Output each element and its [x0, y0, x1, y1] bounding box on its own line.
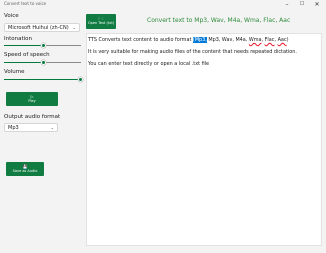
misspelled-word: Flac — [264, 37, 275, 43]
speed-label: Speed of speech — [4, 52, 50, 58]
maximize-icon[interactable]: ☐ — [297, 1, 307, 8]
voice-dropdown[interactable]: Microsoft Huihui (zh-CN) ⌄ — [4, 23, 80, 32]
volume-slider[interactable] — [4, 77, 83, 83]
window-title: Convert text to voice — [4, 1, 47, 6]
speed-slider[interactable] — [4, 60, 81, 66]
chevron-down-icon: ⌄ — [72, 25, 76, 30]
slider-thumb[interactable] — [77, 77, 83, 82]
editor-text: ) — [286, 37, 289, 43]
play-button[interactable]: ▷ Play — [6, 92, 58, 106]
selected-text: (Mp3, — [192, 37, 207, 43]
intonation-slider[interactable] — [4, 43, 81, 49]
open-text-button[interactable]: 🗁 Open Text (txt) — [86, 14, 116, 29]
voice-selected-value: Microsoft Huihui (zh-CN) — [8, 25, 69, 31]
editor-line-1: TTS Converts text content to audio forma… — [88, 37, 320, 43]
slider-fill — [4, 79, 80, 80]
save-button-label: Save as Audio — [12, 169, 38, 173]
editor-line-3: You can enter text directly or open a lo… — [88, 61, 210, 67]
close-icon[interactable]: ✕ — [312, 1, 322, 8]
open-button-label: Open Text (txt) — [87, 21, 115, 25]
editor-line-2: It is very suitable for making audio fil… — [88, 49, 297, 55]
slider-fill — [4, 62, 43, 63]
slider-thumb[interactable] — [40, 60, 46, 65]
minimize-icon[interactable]: – — [282, 1, 292, 8]
output-format-label: Output audio format — [4, 114, 61, 120]
editor-text: TTS Converts text content to audio forma… — [88, 37, 193, 43]
chevron-down-icon: ⌄ — [50, 125, 54, 130]
volume-label: Volume — [4, 69, 25, 75]
output-format-dropdown[interactable]: Mp3 ⌄ — [4, 123, 58, 132]
header-title: Convert text to Mp3, Wav, M4a, Wma, Flac… — [147, 17, 291, 24]
misspelled-word: Wma — [248, 37, 262, 43]
save-as-audio-button[interactable]: 💾 Save as Audio — [6, 162, 44, 176]
slider-thumb[interactable] — [40, 43, 46, 48]
title-bar: Convert text to voice – ☐ ✕ — [0, 0, 326, 10]
editor-text: Mp3, Wav, M4a, — [206, 37, 249, 43]
output-format-selected-value: Mp3 — [8, 125, 19, 131]
slider-fill — [4, 45, 43, 46]
voice-label: Voice — [4, 13, 19, 19]
misspelled-word: Aac — [277, 37, 287, 43]
play-button-label: Play — [28, 99, 36, 103]
text-editor[interactable]: TTS Converts text content to audio forma… — [86, 33, 322, 246]
intonation-label: Intonation — [4, 36, 33, 42]
